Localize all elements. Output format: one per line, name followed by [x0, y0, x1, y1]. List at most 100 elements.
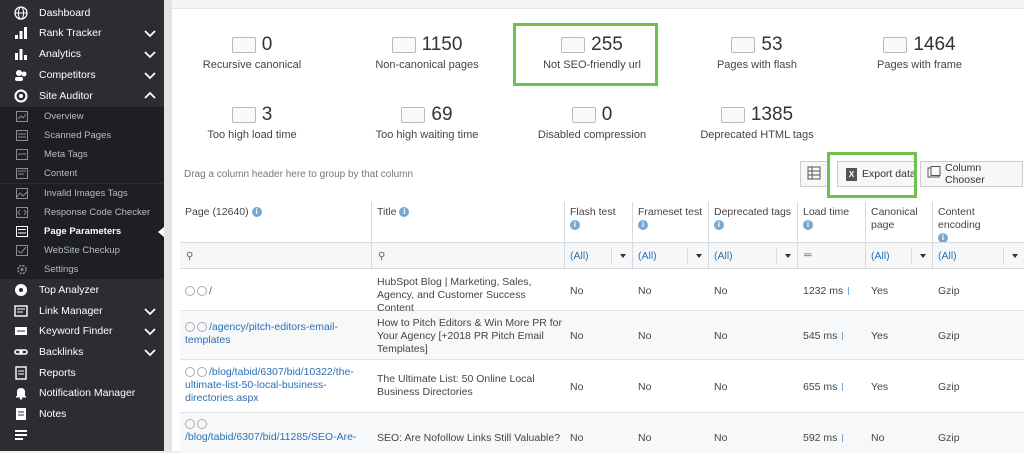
filter-icon: ⚲	[378, 251, 386, 262]
stat-non-canonical[interactable]: 1150 Non-canonical pages	[352, 34, 502, 71]
parameters-icon	[16, 226, 28, 237]
notes-icon	[14, 407, 28, 421]
nav-link-manager[interactable]: Link Manager	[0, 301, 164, 321]
stat-disabled-compression[interactable]: 0 Disabled compression	[522, 104, 662, 141]
checkup-icon	[16, 245, 28, 256]
subnav-label: Settings	[44, 264, 79, 275]
nav-label: Dashboard	[39, 7, 91, 19]
cell-deprecated: No	[714, 381, 728, 393]
subnav-invalid-images[interactable]: Invalid Images Tags	[0, 184, 164, 203]
stat-deprecated-html[interactable]: 1385 Deprecated HTML tags	[682, 104, 832, 141]
nav-backlinks[interactable]: Backlinks	[0, 342, 164, 362]
link-icon[interactable]	[185, 322, 195, 333]
search-icon[interactable]	[197, 286, 207, 297]
chevron-down-icon[interactable]	[143, 68, 157, 82]
filter-canonical-page[interactable]: (All)	[866, 242, 933, 269]
header-canonical-page[interactable]: Canonical page	[866, 202, 933, 241]
nav-reports[interactable]: Reports	[0, 363, 164, 383]
subnav-response-code[interactable]: Response Code Checker	[0, 203, 164, 222]
header-page[interactable]: Page (12640) i	[180, 202, 372, 241]
subnav-overview[interactable]: Overview	[0, 107, 164, 126]
nav-rank-tracker[interactable]: Rank Tracker	[0, 23, 164, 43]
info-icon[interactable]: i	[803, 220, 813, 231]
header-load-time[interactable]: Load time i	[798, 202, 866, 241]
subnav-settings[interactable]: Settings	[0, 260, 164, 279]
info-icon[interactable]: i	[251, 207, 262, 218]
filter-title[interactable]: ⚲	[372, 242, 565, 269]
stat-label: Too high waiting time	[375, 129, 479, 141]
chevron-up-icon[interactable]	[143, 89, 157, 103]
link-icon[interactable]	[185, 286, 195, 297]
filter-page[interactable]: ⚲	[180, 242, 372, 269]
flag-icon	[842, 383, 849, 392]
nav-site-auditor[interactable]: Site Auditor	[0, 86, 164, 106]
subnav-website-checkup[interactable]: WebSite Checkup	[0, 241, 164, 260]
cell-load-time: 592 ms	[803, 432, 849, 445]
grid-icon	[807, 166, 821, 183]
subnav-meta-tags[interactable]: Meta Tags	[0, 145, 164, 164]
search-icon[interactable]	[197, 419, 207, 430]
column-chooser-icon	[927, 166, 945, 182]
stat-high-waiting-time[interactable]: 69 Too high waiting time	[352, 104, 502, 141]
stat-value: 53	[761, 34, 783, 55]
header-label: Deprecated tags	[714, 206, 792, 218]
subnav-page-parameters[interactable]: Page Parameters	[0, 222, 164, 241]
header-deprecated-tags[interactable]: Deprecated tags i	[709, 202, 798, 241]
stat-label: Non-canonical pages	[375, 59, 479, 71]
waiting-time-icon	[401, 107, 426, 123]
header-title[interactable]: Title i	[372, 202, 565, 241]
search-icon[interactable]	[197, 367, 207, 378]
header-content-encoding[interactable]: Content encoding i	[933, 202, 1024, 244]
link-icon[interactable]	[185, 419, 195, 430]
load-time-icon	[231, 107, 256, 123]
nav-dashboard[interactable]: Dashboard	[0, 3, 164, 23]
collapse-menu-button[interactable]	[0, 425, 164, 445]
stat-pages-with-frame[interactable]: 1464 Pages with frame	[847, 34, 992, 71]
cell-load-time: 1232 ms	[803, 285, 855, 298]
nav-label: Top Analyzer	[39, 284, 100, 296]
header-label: Page (12640)	[185, 206, 249, 218]
stat-pages-with-flash[interactable]: 53 Pages with flash	[682, 34, 832, 71]
cell-page: /	[185, 285, 370, 298]
search-icon[interactable]	[197, 322, 207, 333]
filter-load-time[interactable]: ═	[798, 242, 866, 269]
flag-icon	[842, 434, 849, 443]
nav-top-analyzer[interactable]: Top Analyzer	[0, 280, 164, 300]
nav-analytics[interactable]: Analytics	[0, 44, 164, 64]
page-link[interactable]: /blog/tabid/6307/bid/10322/the-ultimate-…	[185, 366, 354, 404]
header-flash-test[interactable]: Flash test i	[565, 202, 633, 241]
filter-flash-test[interactable]: (All)	[565, 242, 633, 269]
link-icon[interactable]	[185, 367, 195, 378]
chevron-down-icon[interactable]	[143, 304, 157, 318]
page-link[interactable]: /	[209, 285, 212, 297]
info-icon[interactable]: i	[399, 207, 410, 218]
info-icon[interactable]: i	[570, 220, 580, 231]
header-label: Title	[377, 206, 397, 218]
page-link[interactable]: /agency/pitch-editors-email-templates	[185, 321, 338, 346]
page-link[interactable]: /blog/tabid/6307/bid/11285/SEO-Are-	[185, 431, 356, 443]
stat-high-load-time[interactable]: 3 Too high load time	[187, 104, 317, 141]
flag-icon	[842, 332, 849, 341]
subnav-scanned-pages[interactable]: Scanned Pages	[0, 126, 164, 145]
grid-layout-button[interactable]	[800, 161, 828, 187]
chevron-down-icon[interactable]	[143, 47, 157, 61]
column-chooser-button[interactable]: Column Chooser	[920, 161, 1023, 187]
chevron-down-icon[interactable]	[143, 324, 157, 338]
nav-keyword-finder[interactable]: Keyword Finder	[0, 321, 164, 341]
info-icon[interactable]: i	[714, 220, 724, 231]
info-icon[interactable]: i	[638, 220, 648, 231]
nav-competitors[interactable]: Competitors	[0, 65, 164, 85]
flag-icon	[848, 287, 855, 296]
subnav-content[interactable]: Content	[0, 164, 164, 183]
stat-recursive-canonical[interactable]: 0 Recursive canonical	[187, 34, 317, 71]
nav-notification-manager[interactable]: Notification Manager	[0, 383, 164, 403]
filter-deprecated-tags[interactable]: (All)	[709, 242, 798, 269]
cell-frameset: No	[638, 330, 652, 342]
cell-canonical: Yes	[871, 381, 889, 393]
header-frameset-test[interactable]: Frameset test i	[633, 202, 709, 241]
filter-content-encoding[interactable]: (All)	[933, 242, 1024, 269]
nav-notes[interactable]: Notes	[0, 404, 164, 424]
filter-frameset-test[interactable]: (All)	[633, 242, 709, 269]
chevron-down-icon[interactable]	[143, 345, 157, 359]
chevron-down-icon[interactable]	[143, 26, 157, 40]
